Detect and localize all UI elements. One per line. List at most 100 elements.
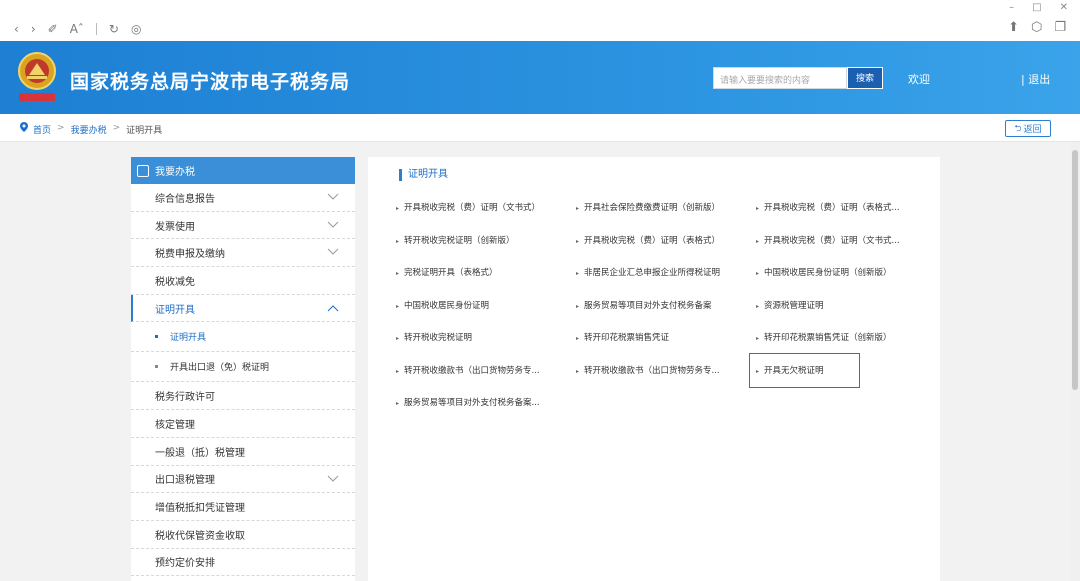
breadcrumb-home[interactable]: 首页 (33, 123, 51, 136)
link-item[interactable]: ▸ 开具税收完税（费）证明（表格式） (576, 234, 756, 246)
sidebar-item-label: 核定管理 (155, 419, 195, 431)
link-item[interactable]: ▸ 资源税管理证明 (756, 299, 936, 311)
sidebar-item-export-tax[interactable]: 出口退税管理 (131, 466, 355, 494)
highlight-box (749, 353, 860, 388)
site-title: 国家税务总局宁波市电子税务局 (70, 71, 351, 93)
sidebar-menu: 我要办税 综合信息报告 发票使用 税费申报及缴纳 税收减免 证明开具 证明开具 … (131, 157, 355, 581)
link-item[interactable]: ▸ 完税证明开具（表格式） (396, 266, 576, 278)
share-icon[interactable]: ⬆ (1008, 20, 1019, 35)
link-label: 开具税收完税（费）证明（表格式... (764, 203, 900, 213)
link-item[interactable]: ▸ 开具税收完税（费）证明（文书式） (396, 201, 576, 213)
sidebar-heading: 我要办税 (131, 157, 355, 184)
chevron-down-icon (327, 193, 339, 200)
link-label: 转开印花税票销售凭证 (584, 333, 670, 343)
caret-right-icon: ▸ (396, 335, 400, 342)
link-item[interactable]: ▸ 转开税收缴款书（出口货物劳务专... (576, 364, 756, 376)
sidebar-item-tax-relief[interactable]: 税收减免 (131, 267, 355, 295)
caret-right-icon: ▸ (756, 335, 760, 342)
browser-tools: ⬆ ⬡ ❐ (1008, 20, 1066, 35)
link-label: 转开税收缴款书（出口货物劳务专... (404, 366, 540, 376)
return-arrow-icon: ⮌ (1014, 123, 1022, 134)
caret-right-icon: ▸ (576, 303, 580, 310)
minimize-icon[interactable]: – (1009, 2, 1014, 13)
browser-nav: ‹ › ✐ Aˆ ↻ ◎ (14, 22, 141, 36)
sidebar-item-label: 发票使用 (155, 221, 195, 233)
bullet-icon (155, 335, 158, 339)
chevron-down-icon (327, 221, 339, 228)
link-label: 中国税收居民身份证明（创新版） (764, 268, 892, 278)
document-icon (137, 164, 149, 177)
link-item[interactable]: ▸ 开具税收完税（费）证明（表格式... (756, 201, 936, 213)
caret-right-icon: ▸ (756, 270, 760, 277)
search-input[interactable]: 请输入要要搜索的内容 (713, 67, 847, 89)
compass-icon[interactable]: ◎ (131, 22, 141, 36)
sidebar-subitem-certificate[interactable]: 证明开具 (131, 322, 355, 353)
sidebar-subitem-export-refund[interactable]: 开具出口退（免）税证明 (131, 352, 355, 383)
logout-link[interactable]: | 退出 (1021, 71, 1050, 87)
sidebar-item-label: 增值税抵扣凭证管理 (155, 503, 245, 515)
link-item[interactable]: ▸ 转开税收缴款书（出口货物劳务专... (396, 364, 576, 376)
link-item[interactable]: ▸ 转开税收完税证明（创新版） (396, 234, 576, 246)
sidebar-item-label: 综合信息报告 (155, 193, 215, 205)
chevron-down-icon (327, 249, 339, 256)
link-item[interactable]: ▸ 开具社会保险费缴费证明（创新版） (576, 201, 756, 213)
link-item[interactable]: ▸ 转开税收完税证明 (396, 331, 576, 343)
scrollbar-thumb[interactable] (1072, 150, 1078, 390)
link-icon[interactable]: ✐ (48, 22, 58, 36)
search-button[interactable]: 搜索 (847, 67, 883, 89)
link-label: 服务贸易等项目对外支付税务备案 (584, 301, 712, 311)
sidebar-subitem-label: 开具出口退（免）税证明 (170, 363, 270, 374)
back-arrow-icon[interactable]: ‹ (14, 22, 19, 36)
link-label: 完税证明开具（表格式） (404, 268, 498, 278)
link-label: 服务贸易等项目对外支付税务备案... (404, 398, 540, 408)
link-label: 转开税收完税证明（创新版） (404, 236, 515, 246)
caret-right-icon: ▸ (576, 205, 580, 212)
sidebar-item-certificate[interactable]: 证明开具 (131, 294, 355, 323)
link-item[interactable]: ▸ 非居民企业汇总申报企业所得税证明 (576, 266, 756, 278)
sidebar-item-admin-permit[interactable]: 税务行政许可 (131, 382, 355, 411)
link-item[interactable]: ▸ 开具税收完税（费）证明（文书式... (756, 234, 936, 246)
link-item[interactable]: ▸ 转开印花税票销售凭证（创新版） (756, 331, 936, 343)
breadcrumb: 首页 > 我要办税 > 证明开具 (0, 114, 1080, 142)
location-pin-icon (20, 122, 28, 132)
bullet-icon (155, 365, 158, 369)
link-label: 开具税收完税（费）证明（文书式） (404, 203, 541, 213)
link-item[interactable]: ▸ 中国税收居民身份证明（创新版） (756, 266, 936, 278)
sidebar-item-assessment[interactable]: 核定管理 (131, 410, 355, 438)
refresh-icon[interactable]: ↻ (109, 22, 119, 36)
sidebar-subitem-label: 证明开具 (170, 333, 207, 344)
link-label: 资源税管理证明 (764, 301, 824, 311)
sidebar-heading-label: 我要办税 (155, 167, 195, 178)
link-item[interactable]: ▸ 服务贸易等项目对外支付税务备案 (576, 299, 756, 311)
sidebar-item-info-report[interactable]: 综合信息报告 (131, 184, 355, 212)
site-header: 国家税务总局宁波市电子税务局 请输入要要搜索的内容 搜索 欢迎 | 退出 (0, 41, 1080, 114)
panel-title: 证明开具 (399, 169, 448, 181)
sidebar-item-refund[interactable]: 一般退（抵）税管理 (131, 438, 355, 466)
cube-icon[interactable]: ⬡ (1031, 20, 1042, 35)
caret-right-icon: ▸ (756, 238, 760, 245)
sidebar-item-label: 税收代保管资金收取 (155, 530, 245, 542)
sidebar-item-pricing[interactable]: 预约定价安排 (131, 549, 355, 577)
close-icon[interactable]: ✕ (1060, 2, 1068, 13)
forward-arrow-icon[interactable]: › (31, 22, 36, 36)
caret-right-icon: ▸ (576, 368, 580, 375)
link-item[interactable]: ▸ 服务贸易等项目对外支付税务备案... (396, 396, 576, 408)
link-item[interactable]: ▸ 转开印花税票销售凭证 (576, 331, 756, 343)
caret-right-icon: ▸ (396, 368, 400, 375)
tax-emblem-icon (18, 52, 56, 101)
sidebar-item-declaration[interactable]: 税费申报及缴纳 (131, 239, 355, 268)
caret-right-icon: ▸ (396, 238, 400, 245)
back-button[interactable]: ⮌ 返回 (1005, 120, 1051, 137)
breadcrumb-separator: > (112, 123, 121, 133)
caret-right-icon: ▸ (396, 270, 400, 277)
sidebar-item-vat-deduction[interactable]: 增值税抵扣凭证管理 (131, 493, 355, 521)
restore-icon[interactable]: □ (1032, 2, 1041, 13)
sidebar-item-custody-funds[interactable]: 税收代保管资金收取 (131, 521, 355, 549)
read-aloud-icon[interactable]: Aˆ (70, 22, 84, 36)
sidebar-item-invoice[interactable]: 发票使用 (131, 212, 355, 240)
back-button-label: 返回 (1023, 125, 1042, 135)
link-label: 非居民企业汇总申报企业所得税证明 (584, 268, 721, 278)
reader-icon[interactable]: ❐ (1054, 20, 1066, 35)
breadcrumb-tax-handling[interactable]: 我要办税 (71, 123, 107, 136)
link-item[interactable]: ▸ 中国税收居民身份证明 (396, 299, 576, 311)
